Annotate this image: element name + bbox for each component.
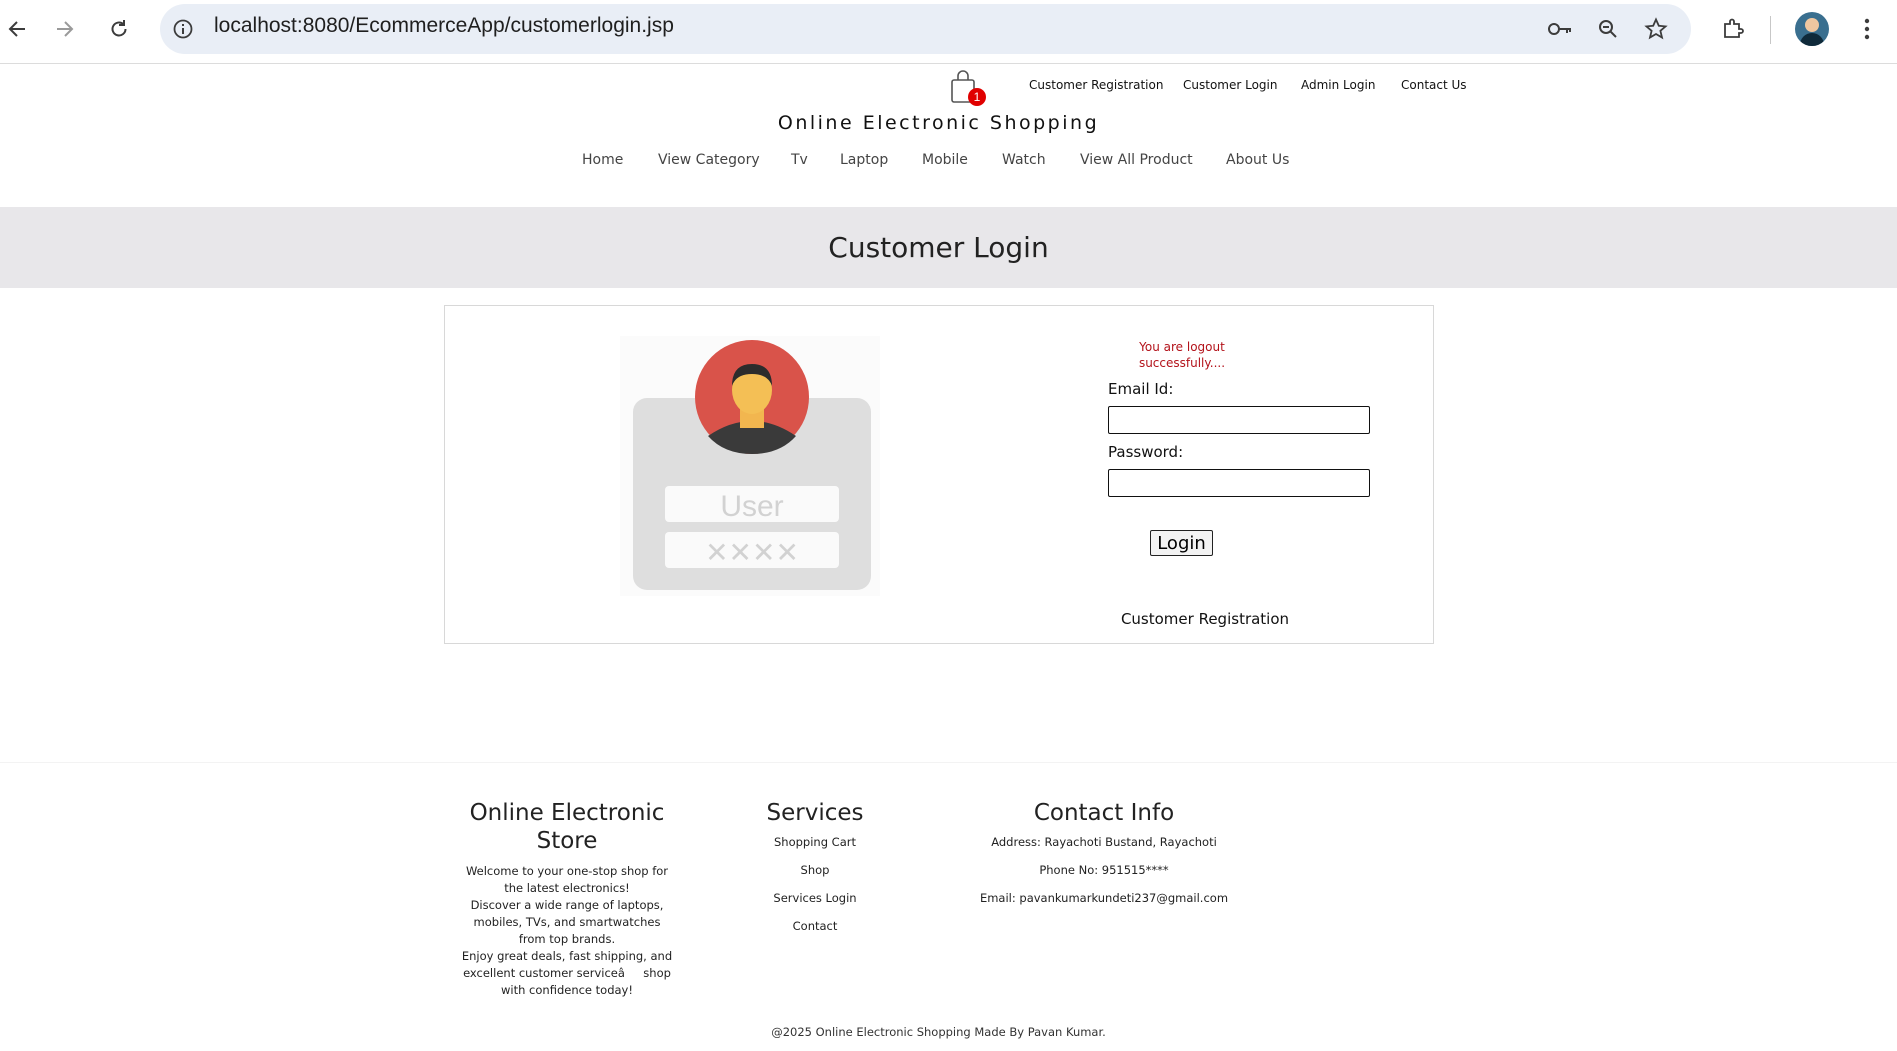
zoom-icon[interactable]	[1591, 12, 1625, 46]
email-field[interactable]	[1108, 406, 1370, 434]
toplink-customer-registration[interactable]: Customer Registration	[1029, 78, 1163, 92]
footer-contact-email: Email: pavankumarkundeti237@gmail.com	[979, 891, 1229, 905]
footer-link-contact[interactable]: Contact	[730, 918, 900, 935]
toplink-contact-us[interactable]: Contact Us	[1401, 78, 1467, 92]
nav-watch[interactable]: Watch	[1002, 152, 1046, 168]
nav-view-category[interactable]: View Category	[658, 152, 760, 168]
footer-about-text-2: Discover a wide range of laptops, mobile…	[470, 898, 664, 946]
toolbar-divider	[1770, 16, 1771, 44]
nav-about-us[interactable]: About Us	[1226, 152, 1289, 168]
url-text[interactable]: localhost:8080/EcommerceApp/customerlogi…	[214, 14, 674, 38]
footer-about-text-3: Enjoy great deals, fast shipping, and ex…	[461, 949, 673, 997]
nav-home[interactable]: Home	[582, 152, 623, 168]
profile-avatar[interactable]	[1795, 12, 1829, 46]
illustration-user-text: User	[720, 490, 783, 523]
bookmark-star-icon[interactable]	[1639, 12, 1673, 46]
footer-services-heading: Services	[766, 800, 864, 826]
page-title: Customer Login	[828, 231, 1049, 264]
nav-mobile[interactable]: Mobile	[922, 152, 968, 168]
forward-icon[interactable]	[48, 12, 82, 46]
illustration-password-mask: ✕✕✕✕	[705, 536, 799, 569]
copyright-text: @2025 Online Electronic Shopping Made By…	[771, 1025, 1106, 1039]
footer-contact-phone: Phone No: 951515****	[1039, 863, 1169, 877]
nav-laptop[interactable]: Laptop	[840, 152, 888, 168]
back-icon[interactable]	[0, 12, 34, 46]
footer-about-heading: Online Electronic Store	[469, 800, 665, 854]
toplink-customer-login[interactable]: Customer Login	[1183, 78, 1277, 92]
login-button[interactable]: Login	[1150, 530, 1213, 556]
more-menu-icon[interactable]	[1850, 12, 1884, 46]
nav-view-all-product[interactable]: View All Product	[1080, 152, 1193, 168]
page-banner: Customer Login	[0, 207, 1897, 288]
footer-link-shopping-cart[interactable]: Shopping Cart	[730, 834, 900, 851]
toplink-admin-login[interactable]: Admin Login	[1301, 78, 1375, 92]
site-brand-title[interactable]: Online Electronic Shopping	[0, 112, 1877, 134]
customer-registration-link[interactable]: Customer Registration	[1100, 610, 1310, 628]
site-info-icon[interactable]	[166, 12, 200, 46]
footer-link-services-login[interactable]: Services Login	[730, 890, 900, 907]
footer-link-shop[interactable]: Shop	[730, 862, 900, 879]
email-label: Email Id:	[1108, 380, 1174, 398]
reload-icon[interactable]	[102, 12, 136, 46]
footer-about-text-1: Welcome to your one-stop shop for the la…	[465, 864, 669, 895]
footer-contact-address: Address: Rayachoti Bustand, Rayachoti	[991, 835, 1217, 849]
footer: Online Electronic Store Welcome to your …	[0, 762, 1897, 1051]
cart-count-badge: 1	[968, 88, 986, 106]
password-label: Password:	[1108, 443, 1184, 461]
browser-toolbar: localhost:8080/EcommerceApp/customerlogi…	[0, 0, 1897, 64]
password-field[interactable]	[1108, 469, 1370, 497]
footer-contact-heading: Contact Info	[1033, 800, 1175, 826]
nav-tv[interactable]: Tv	[791, 152, 808, 168]
extensions-icon[interactable]	[1716, 12, 1750, 46]
logout-message: You are logout successfully....	[1138, 340, 1226, 370]
user-login-illustration: User ✕✕✕✕	[620, 336, 880, 596]
password-key-icon[interactable]	[1543, 12, 1577, 46]
